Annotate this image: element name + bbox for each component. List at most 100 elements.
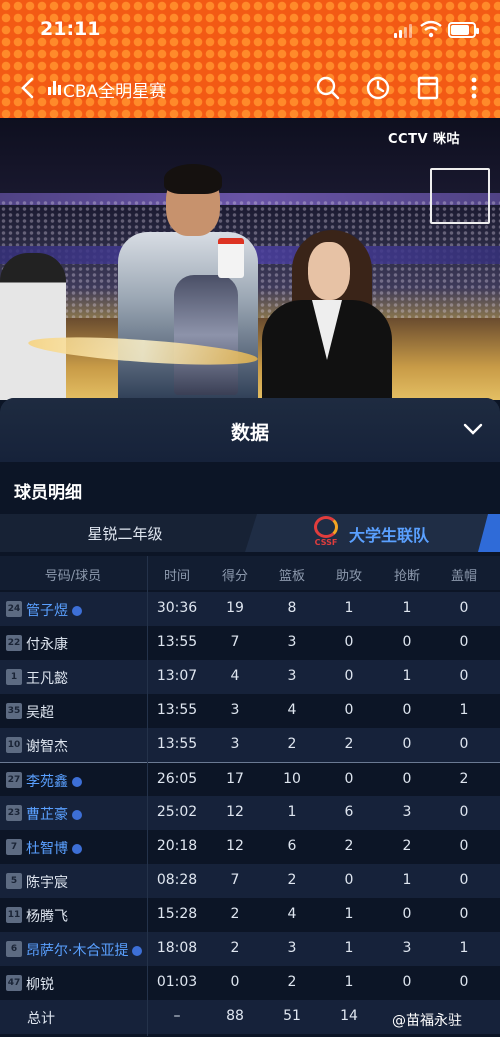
page-title: CBA全明星赛 [63, 82, 167, 102]
cell-blocks: 2 [459, 771, 469, 787]
chevron-down-icon[interactable] [462, 420, 484, 438]
player-name[interactable]: 吴超 [26, 702, 54, 722]
cell-points: 2 [230, 906, 240, 922]
panel-title: 数据 [230, 422, 269, 444]
cell-assists: 0 [344, 872, 354, 888]
header-points: 得分 [221, 569, 248, 584]
cell-time: 13:55 [156, 736, 198, 752]
cell-blocks: 0 [459, 668, 469, 684]
battery-icon [448, 22, 479, 38]
cell-assists: 2 [344, 736, 354, 752]
table-row[interactable]: 1 王凡懿 13:07 4 3 0 1 0 [0, 660, 500, 694]
search-icon[interactable] [314, 74, 342, 102]
cell-points: 12 [226, 838, 244, 854]
player-name-text: 王凡懿 [26, 671, 68, 687]
player-name[interactable]: 谢智杰 [26, 736, 68, 756]
player-name[interactable]: 陈宇宸 [26, 872, 68, 892]
cell-steals: 1 [402, 600, 412, 616]
jersey-number: 35 [6, 703, 22, 719]
cell-rebounds: 4 [287, 906, 297, 922]
team-right-label: 大学生联队 [349, 526, 430, 545]
player-name[interactable]: 杜智博 [26, 838, 82, 858]
cell-assists: 2 [344, 838, 354, 854]
cell-points: 7 [230, 872, 240, 888]
cell-steals: 0 [402, 974, 412, 990]
cell-time: 13:07 [156, 668, 198, 684]
jersey-number: 27 [6, 772, 22, 788]
cell-steals: 3 [402, 804, 412, 820]
table-row[interactable]: 23 曹芷豪 25:02 12 1 6 3 0 [0, 796, 500, 830]
table-row[interactable]: 11 杨腾飞 15:28 2 4 1 0 0 [0, 898, 500, 932]
player-name-text: 谢智杰 [26, 739, 68, 755]
cell-steals: 2 [402, 838, 412, 854]
cell-time: 30:36 [156, 600, 198, 616]
player-name[interactable]: 昂萨尔·木合亚提 [26, 940, 143, 960]
player-name[interactable]: 李苑鑫 [26, 771, 82, 791]
player-name[interactable]: 王凡懿 [26, 668, 68, 688]
header-steals: 抢断 [393, 569, 420, 584]
cell-points: 17 [226, 771, 244, 787]
table-row[interactable]: 22 付永康 13:55 7 3 0 0 0 [0, 626, 500, 660]
jersey-number: 23 [6, 805, 22, 821]
table-row[interactable]: 35 吴超 13:55 3 4 0 0 1 [0, 694, 500, 728]
more-icon[interactable] [460, 74, 488, 102]
table-row[interactable]: 47 柳锐 01:03 0 2 1 0 0 [0, 966, 500, 1000]
player-figure [108, 164, 258, 400]
player-name[interactable]: 曹芷豪 [26, 804, 82, 824]
history-icon[interactable] [364, 74, 392, 102]
jersey-number: 11 [6, 907, 22, 923]
cell-time: 20:18 [156, 838, 198, 854]
player-name[interactable]: 管子煜 [26, 600, 82, 620]
player-name-text: 吴超 [26, 705, 54, 721]
cell-assists: 1 [344, 974, 354, 990]
total-label: 总计 [27, 1011, 55, 1027]
cell-steals: 0 [402, 736, 412, 752]
cell-blocks: 0 [459, 906, 469, 922]
cell-assists: 1 [344, 600, 354, 616]
cell-points: 4 [230, 668, 240, 684]
player-name-text: 柳锐 [26, 977, 54, 993]
cell-rebounds: 6 [287, 838, 297, 854]
cell-points: 3 [230, 736, 240, 752]
table-row[interactable]: 10 谢智杰 13:55 3 2 2 0 0 [0, 728, 500, 762]
jersey-number: 22 [6, 635, 22, 651]
cell-rebounds: 3 [287, 634, 297, 650]
cell-rebounds: 1 [287, 804, 297, 820]
header-assists: 助攻 [335, 569, 362, 584]
table-row[interactable]: 6 昂萨尔·木合亚提 18:08 2 3 1 3 1 [0, 932, 500, 966]
watermark: @苗福永驻 [392, 1013, 462, 1029]
cell-steals: 0 [402, 702, 412, 718]
cell-assists: 0 [344, 771, 354, 787]
tab-team-left[interactable]: 星锐二年级 [0, 514, 258, 552]
team-left-label: 星锐二年级 [87, 525, 163, 543]
table-row[interactable]: 7 杜智博 20:18 12 6 2 2 0 [0, 830, 500, 864]
section-title: 球员明细 [14, 483, 82, 503]
player-name[interactable]: 付永康 [26, 634, 68, 654]
broadcaster-logo: CCTV 咪咕 [388, 132, 461, 147]
player-name[interactable]: 柳锐 [26, 974, 54, 994]
cell-time: 15:28 [156, 906, 198, 922]
tab-team-right[interactable]: CSSF 大学生联队 [245, 514, 500, 552]
cell-steals: 0 [402, 634, 412, 650]
cell-time: 01:03 [156, 974, 198, 990]
cell-time: 18:08 [156, 940, 198, 956]
cell-blocks: 1 [459, 940, 469, 956]
player-name-text: 李苑鑫 [26, 774, 68, 790]
video-player[interactable]: CCTV 咪咕 [0, 118, 500, 400]
cell-steals: 1 [402, 872, 412, 888]
starter-badge-icon [72, 810, 82, 820]
back-icon[interactable] [16, 74, 42, 102]
total-assists: 14 [340, 1008, 358, 1024]
player-name-text: 陈宇宸 [26, 875, 68, 891]
table-row[interactable]: 27 李苑鑫 26:05 17 10 0 0 2 [0, 762, 500, 796]
cell-blocks: 0 [459, 838, 469, 854]
player-name-text: 付永康 [26, 637, 68, 653]
cell-blocks: 0 [459, 600, 469, 616]
table-row[interactable]: 24 管子煜 30:36 19 8 1 1 0 [0, 592, 500, 626]
cell-rebounds: 3 [287, 668, 297, 684]
table-row[interactable]: 5 陈宇宸 08:28 7 2 0 1 0 [0, 864, 500, 898]
player-rows: 24 管子煜 30:36 19 8 1 1 0 22 付永康 13:55 7 3 0 0 0 1 王凡懿 13:07… [0, 592, 500, 1034]
player-name[interactable]: 杨腾飞 [26, 906, 68, 926]
table-header: 号码/球员 时间 得分 篮板 助攻 抢断 盖帽 [0, 556, 500, 590]
bookmark-icon[interactable] [414, 74, 442, 102]
